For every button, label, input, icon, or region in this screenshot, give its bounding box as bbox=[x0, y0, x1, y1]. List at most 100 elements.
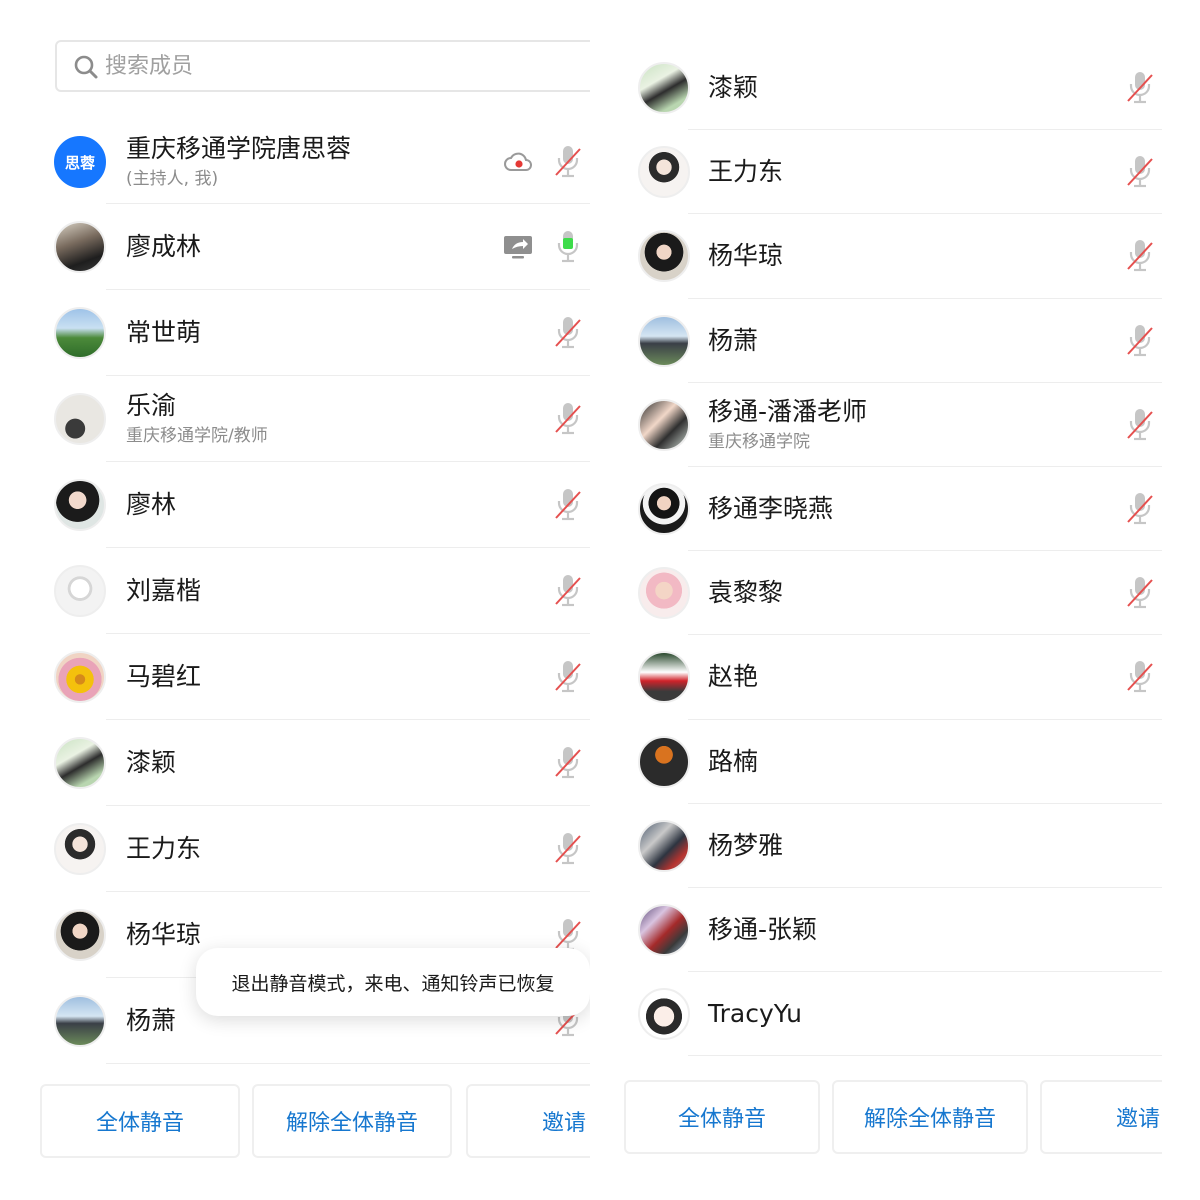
mic-muted-icon[interactable] bbox=[1126, 154, 1154, 190]
mic-muted-icon[interactable] bbox=[1126, 407, 1154, 443]
member-name: 杨梦雅 bbox=[708, 830, 784, 860]
mic-active-icon[interactable] bbox=[554, 229, 582, 265]
avatar bbox=[638, 651, 690, 704]
member-row[interactable]: 马碧红 bbox=[40, 634, 590, 720]
member-subtitle: 重庆移通学院 bbox=[708, 431, 810, 452]
member-name: 移通-张颖 bbox=[708, 914, 818, 944]
mic-muted-icon[interactable] bbox=[554, 745, 582, 781]
mic-muted-icon[interactable] bbox=[554, 831, 582, 867]
member-row[interactable]: 廖林 bbox=[40, 462, 590, 548]
member-info: 王力东 bbox=[708, 156, 783, 188]
invite-button[interactable]: 邀请 bbox=[466, 1084, 590, 1158]
unmute-all-button[interactable]: 解除全体静音 bbox=[832, 1080, 1028, 1154]
mic-muted-icon[interactable] bbox=[1126, 70, 1154, 106]
avatar bbox=[54, 393, 106, 445]
row-divider bbox=[106, 1063, 590, 1064]
member-row[interactable]: 王力东 bbox=[622, 130, 1162, 215]
member-name: 杨萧 bbox=[708, 325, 759, 355]
mic-muted-icon[interactable] bbox=[554, 315, 582, 351]
member-row[interactable]: 杨华琼 bbox=[622, 214, 1162, 299]
member-name: 王力东 bbox=[126, 834, 202, 863]
member-row[interactable]: 廖成林 bbox=[40, 204, 590, 290]
member-row[interactable]: 移通-潘潘老师重庆移通学院 bbox=[622, 383, 1162, 467]
member-info: 廖成林 bbox=[126, 231, 201, 263]
member-info: 乐渝 重庆移通学院/教师 bbox=[126, 390, 268, 448]
member-row[interactable]: 常世萌 bbox=[40, 290, 590, 376]
screen-share-icon bbox=[504, 236, 532, 259]
unmute-all-button[interactable]: 解除全体静音 bbox=[252, 1084, 452, 1158]
avatar bbox=[638, 146, 690, 199]
member-name: 马碧红 bbox=[126, 662, 202, 691]
member-row[interactable]: 路楠 bbox=[622, 720, 1162, 804]
bottom-action-bar: 全体静音 解除全体静音 邀请 bbox=[40, 1084, 590, 1158]
mic-muted-icon[interactable] bbox=[1126, 323, 1154, 359]
member-row[interactable]: 袁黎黎 bbox=[622, 551, 1162, 636]
avatar bbox=[638, 903, 690, 956]
member-row[interactable]: 漆颖 bbox=[622, 46, 1162, 131]
member-name: 廖成林 bbox=[126, 232, 202, 261]
member-info: 马碧红 bbox=[126, 661, 201, 693]
mic-muted-icon[interactable] bbox=[554, 659, 582, 695]
member-row[interactable]: 移通李晓燕 bbox=[622, 467, 1162, 552]
search-icon bbox=[74, 55, 98, 79]
member-name: 重庆移通学院唐思蓉 bbox=[126, 134, 352, 163]
member-row[interactable]: 王力东 bbox=[40, 806, 590, 892]
avatar bbox=[638, 988, 690, 1041]
member-row[interactable]: TracyYu bbox=[622, 972, 1162, 1057]
member-name: 廖林 bbox=[126, 490, 177, 519]
member-info: 杨华琼 bbox=[708, 240, 783, 272]
toast-notification: 退出静音模式，来电、通知铃声已恢复 bbox=[196, 948, 590, 1016]
mic-muted-icon[interactable] bbox=[554, 144, 582, 180]
search-input[interactable] bbox=[105, 50, 525, 82]
member-info: 漆颖 bbox=[126, 747, 176, 779]
member-info: 移通-张颖 bbox=[708, 914, 817, 946]
mic-muted-icon[interactable] bbox=[1126, 238, 1154, 274]
member-name: 移通李晓燕 bbox=[708, 494, 834, 524]
search-box[interactable] bbox=[55, 40, 590, 92]
avatar bbox=[638, 62, 690, 115]
avatar bbox=[54, 823, 106, 875]
mute-all-button[interactable]: 全体静音 bbox=[624, 1080, 820, 1154]
mic-muted-icon[interactable] bbox=[1126, 659, 1154, 695]
member-row[interactable]: 移通-张颖 bbox=[622, 888, 1162, 973]
member-name: 袁黎黎 bbox=[708, 578, 784, 608]
member-subtitle: 重庆移通学院/教师 bbox=[126, 426, 268, 446]
member-info: 王力东 bbox=[126, 833, 201, 865]
member-name: TracyYu bbox=[708, 999, 802, 1029]
member-subtitle: (主持人, 我) bbox=[126, 169, 219, 189]
member-info: 路楠 bbox=[708, 746, 758, 778]
member-info: 漆颖 bbox=[708, 72, 758, 104]
member-row[interactable]: 杨梦雅 bbox=[622, 804, 1162, 888]
member-row[interactable]: 赵艳 bbox=[622, 635, 1162, 720]
member-row[interactable]: 杨萧 bbox=[622, 299, 1162, 383]
avatar bbox=[54, 221, 106, 273]
member-name: 常世萌 bbox=[126, 318, 202, 347]
member-name: 杨华琼 bbox=[126, 920, 202, 949]
member-name: 路楠 bbox=[708, 746, 759, 776]
member-name: 杨萧 bbox=[126, 1006, 177, 1035]
mic-muted-icon[interactable] bbox=[554, 573, 582, 609]
mic-muted-icon[interactable] bbox=[1126, 575, 1154, 611]
mic-muted-icon[interactable] bbox=[1126, 491, 1154, 527]
mic-muted-icon[interactable] bbox=[554, 401, 582, 437]
avatar bbox=[54, 909, 106, 961]
member-info: 赵艳 bbox=[708, 661, 758, 693]
member-name: 王力东 bbox=[708, 157, 784, 187]
member-row[interactable]: 乐渝 重庆移通学院/教师 bbox=[40, 376, 590, 462]
avatar bbox=[54, 995, 106, 1047]
member-name: 移通-潘潘老师 bbox=[708, 396, 868, 426]
member-row[interactable]: 漆颖 bbox=[40, 720, 590, 806]
member-name: 刘嘉楷 bbox=[126, 576, 202, 605]
member-row[interactable]: 思蓉 重庆移通学院唐思蓉 (主持人, 我) bbox=[40, 120, 590, 204]
mic-muted-icon[interactable] bbox=[554, 487, 582, 523]
mute-all-button[interactable]: 全体静音 bbox=[40, 1084, 240, 1158]
right-member-panel: 漆颖 王力东 杨华琼 杨萧 移通-潘潘老师重庆移通学院 移通李晓燕 袁黎黎 赵艳… bbox=[622, 0, 1162, 1200]
member-info: 杨华琼 bbox=[126, 919, 201, 951]
invite-button[interactable]: 邀请 bbox=[1040, 1080, 1162, 1154]
member-info: 常世萌 bbox=[126, 317, 201, 349]
row-divider bbox=[688, 1055, 1162, 1057]
member-info: 重庆移通学院唐思蓉 (主持人, 我) bbox=[126, 133, 351, 191]
member-info: 杨梦雅 bbox=[708, 830, 783, 862]
avatar bbox=[638, 483, 690, 536]
member-row[interactable]: 刘嘉楷 bbox=[40, 548, 590, 634]
